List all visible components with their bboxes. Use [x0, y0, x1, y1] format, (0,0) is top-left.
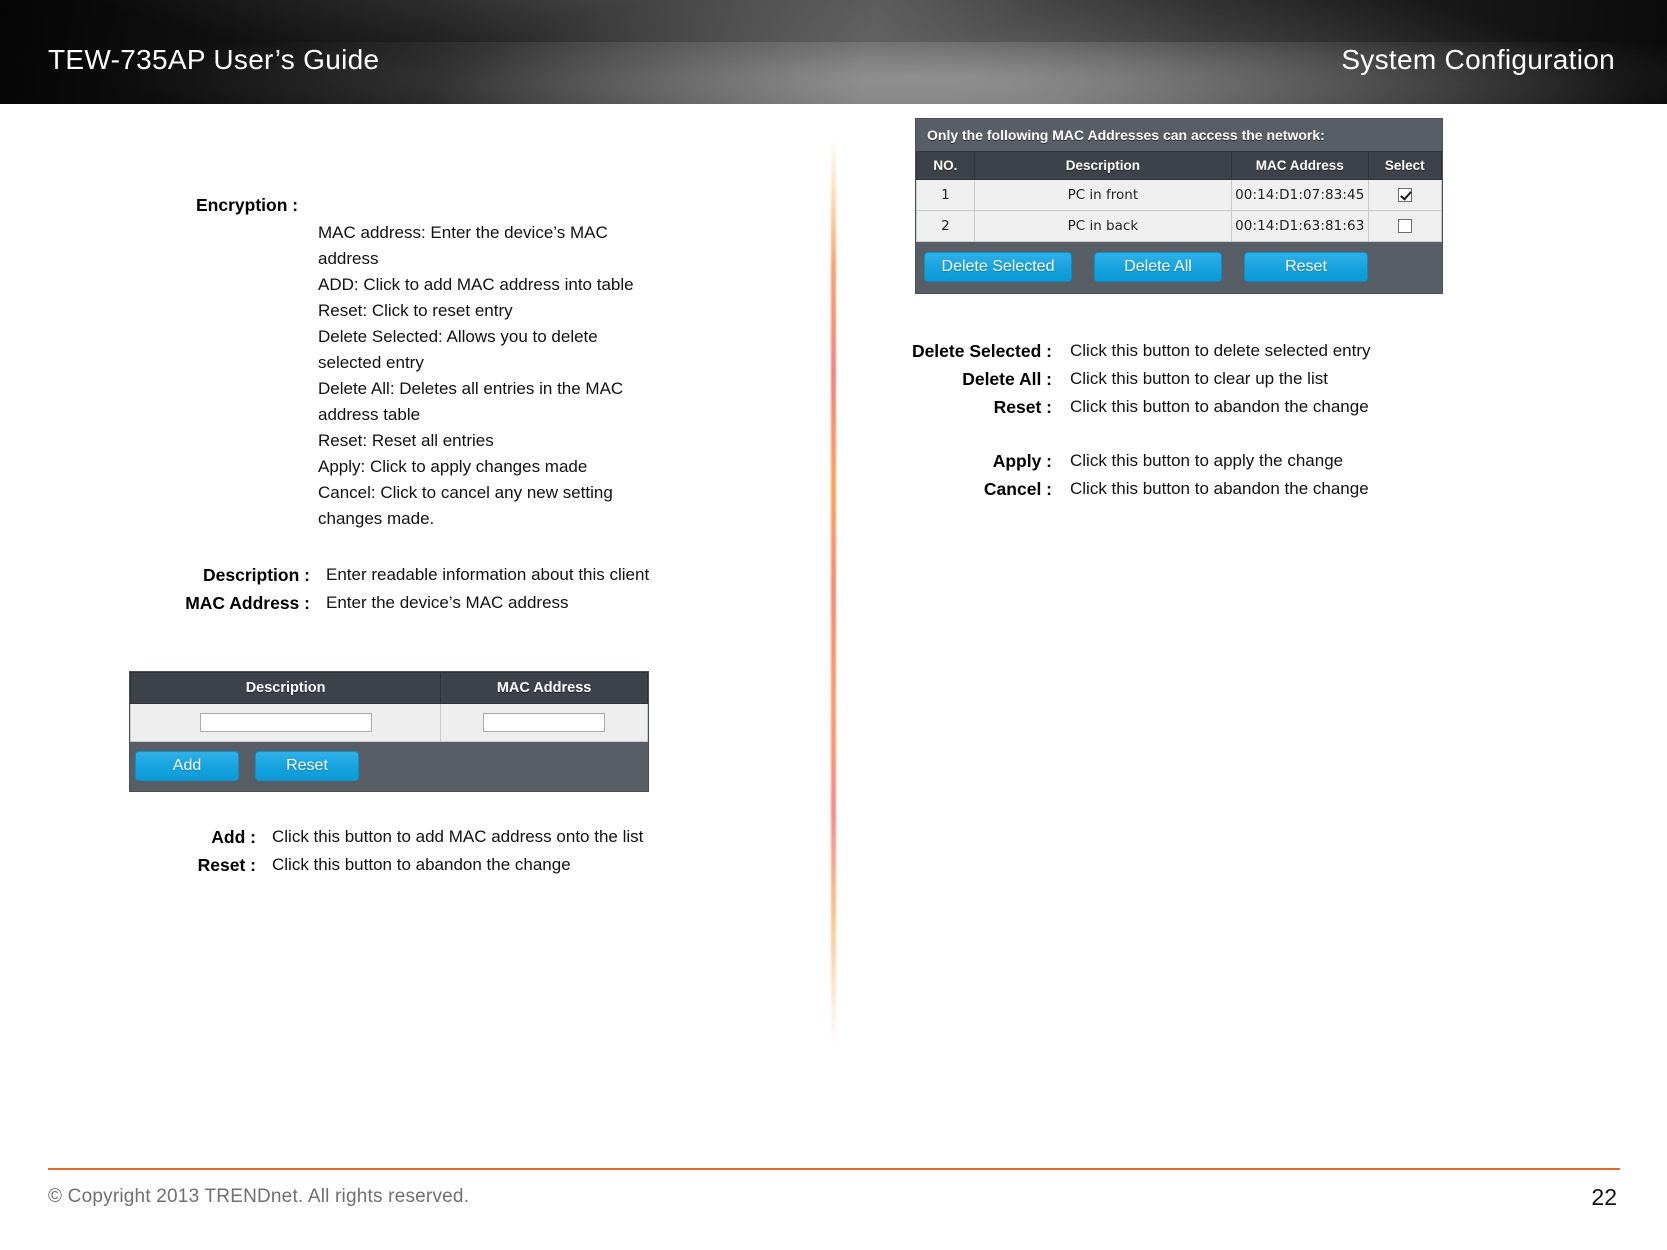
definition-description: Click this button to abandon the change — [272, 855, 571, 874]
encryption-line: selected entry — [318, 353, 424, 372]
encryption-line: MAC address: Enter the device’s MAC — [318, 223, 608, 242]
select-checkbox-icon[interactable] — [1397, 219, 1412, 233]
add-form-button-bar: Add Reset — [130, 742, 648, 791]
definition-description: Enter readable information about this cl… — [326, 565, 650, 584]
encryption-line: address table — [318, 405, 421, 424]
definition-row: Apply : Click this button to apply the c… — [850, 448, 1590, 474]
definition-row: Add : Click this button to add MAC addre… — [0, 824, 740, 850]
definition-term: Description : — [203, 565, 310, 585]
definition-description: Click this button to abandon the change — [1070, 397, 1369, 416]
mac-address-input[interactable] — [483, 713, 606, 732]
row-mac-cell: 00:14:D1:63:81:63 — [1231, 210, 1369, 242]
mac-list-caption: Only the following MAC Addresses can acc… — [927, 127, 1325, 143]
row-select-cell — [1367, 179, 1442, 211]
encryption-line: Delete All: Deletes all entries in the M… — [318, 379, 624, 398]
definition-description: Click this button to abandon the change — [1070, 479, 1369, 498]
table-header-row: NO. Description MAC Address Select — [916, 151, 1442, 180]
table-row: 1 PC in front 00:14:D1:07:83:45 — [916, 179, 1442, 211]
header-product-title: TEW-735AP User’s Guide — [48, 44, 380, 75]
mac-address-cell — [440, 703, 648, 742]
definition-description: Click this button to apply the change — [1070, 451, 1344, 470]
definition-row: Reset : Click this button to abandon the… — [850, 394, 1590, 420]
row-number-cell: 1 — [916, 179, 975, 211]
description-cell — [129, 703, 442, 742]
column-header-select: Select — [1367, 151, 1442, 180]
column-divider — [831, 138, 836, 1046]
reset-button[interactable]: Reset — [255, 751, 359, 781]
column-header-description: Description — [973, 151, 1233, 180]
definition-term: Cancel : — [983, 479, 1052, 499]
definition-description: Click this button to add MAC address ont… — [272, 827, 644, 846]
column-header-mac-address: MAC Address — [1231, 151, 1369, 180]
left-definition-list: Description : Enter readable information… — [0, 562, 740, 618]
table-header-row: Description MAC Address — [129, 672, 648, 704]
add-entry-table: Description MAC Address — [129, 672, 648, 742]
definition-description: Click this button to clear up the list — [1070, 369, 1328, 388]
page-number: 22 — [1591, 1184, 1617, 1210]
mac-filter-table: NO. Description MAC Address Select 1 PC … — [916, 151, 1442, 242]
delete-all-button[interactable]: Delete All — [1094, 252, 1222, 282]
encryption-line: changes made. — [318, 509, 435, 528]
definition-row: Delete Selected : Click this button to d… — [850, 338, 1590, 364]
encryption-line: address — [318, 249, 379, 268]
add-mac-entry-form-screenshot: Description MAC Address Add Reset — [129, 671, 649, 792]
left-button-definition-list: Add : Click this button to add MAC addre… — [0, 824, 740, 880]
definition-row: Reset : Click this button to abandon the… — [0, 852, 740, 878]
delete-selected-button[interactable]: Delete Selected — [924, 252, 1072, 282]
definition-row: Cancel : Click this button to abandon th… — [850, 476, 1590, 502]
definition-term: Delete All : — [962, 369, 1052, 389]
mac-list-button-bar: Delete Selected Delete All Reset — [916, 242, 1442, 291]
definition-term: Delete Selected : — [911, 341, 1052, 361]
encryption-line: Delete Selected: Allows you to delete — [318, 327, 598, 346]
select-checkbox-checked-icon[interactable] — [1397, 188, 1412, 202]
table-row — [129, 703, 648, 742]
mac-filter-list-screenshot: Only the following MAC Addresses can acc… — [915, 118, 1443, 294]
encryption-line: Reset: Click to reset entry — [318, 301, 513, 320]
definition-description: Enter the device’s MAC address — [326, 593, 569, 612]
row-description-cell: PC in back — [973, 210, 1233, 242]
definition-description: Click this button to delete selected ent… — [1070, 341, 1371, 360]
row-select-cell — [1367, 210, 1442, 242]
row-description-cell: PC in front — [973, 179, 1233, 211]
add-button[interactable]: Add — [135, 751, 239, 781]
encryption-line: Cancel: Click to cancel any new setting — [318, 483, 613, 502]
definition-term: Reset : — [197, 855, 256, 875]
right-definition-list: Delete Selected : Click this button to d… — [850, 338, 1590, 504]
encryption-line: Apply: Click to apply changes made — [318, 457, 588, 476]
row-mac-cell: 00:14:D1:07:83:45 — [1231, 179, 1369, 211]
header-section-title: System Configuration — [1341, 44, 1615, 75]
definition-spacer — [850, 422, 1590, 448]
definition-term: Apply : — [992, 451, 1052, 471]
footer-divider-rule — [48, 1168, 1620, 1170]
description-input[interactable] — [199, 713, 372, 732]
encryption-term-label: Encryption : — [196, 195, 299, 215]
encryption-line: ADD: Click to add MAC address into table — [318, 275, 634, 294]
definition-term: MAC Address : — [185, 593, 310, 613]
footer-copyright: © Copyright 2013 TRENDnet. All rights re… — [48, 1186, 470, 1207]
definition-row: Description : Enter readable information… — [0, 562, 740, 588]
column-header-mac-address: MAC Address — [440, 672, 648, 704]
column-header-description: Description — [129, 672, 442, 704]
encryption-line: Reset: Reset all entries — [318, 431, 494, 450]
table-row: 2 PC in back 00:14:D1:63:81:63 — [916, 210, 1442, 242]
definition-row: Delete All : Click this button to clear … — [850, 366, 1590, 392]
definition-row: MAC Address : Enter the device’s MAC add… — [0, 590, 740, 616]
reset-button[interactable]: Reset — [1244, 252, 1368, 282]
definition-term: Reset : — [993, 397, 1052, 417]
definition-term: Add : — [211, 827, 256, 847]
row-number-cell: 2 — [916, 210, 975, 242]
page-header-banner: TEW-735AP User’s Guide System Configurat… — [0, 0, 1667, 104]
encryption-description-list: MAC address: Enter the device’s MAC addr… — [318, 220, 693, 532]
column-header-no: NO. — [916, 151, 975, 180]
